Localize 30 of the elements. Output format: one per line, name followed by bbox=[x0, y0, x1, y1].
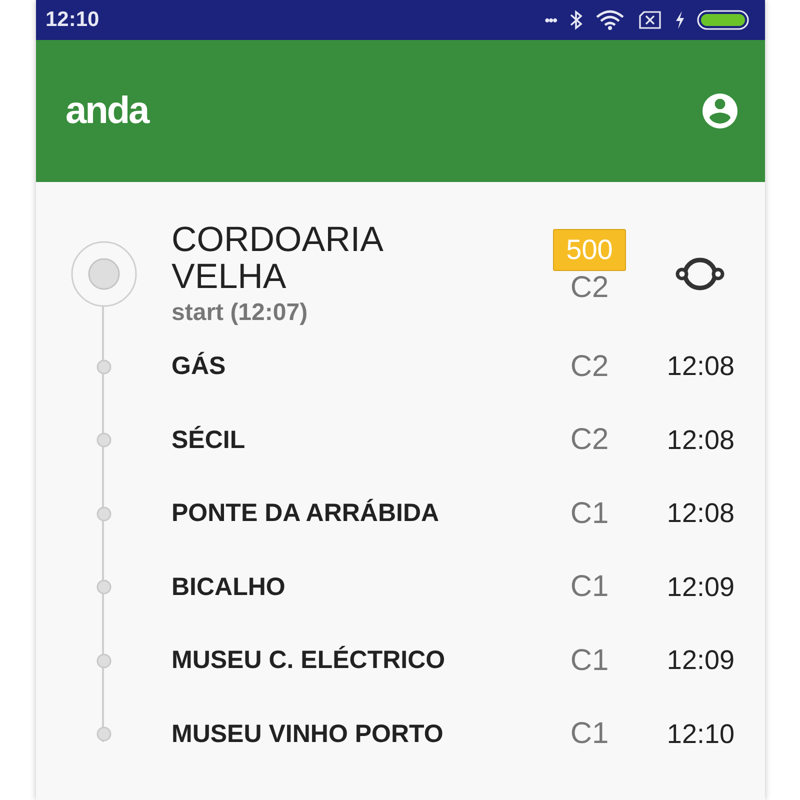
wifi-icon bbox=[594, 9, 624, 31]
zone-label: C2 bbox=[569, 350, 610, 384]
charging-icon bbox=[674, 10, 684, 30]
stop-name: MUSEU C. ELÉCTRICO bbox=[172, 646, 446, 676]
arrival-time: 12:08 bbox=[666, 351, 736, 382]
stop-name: SÉCIL bbox=[172, 426, 246, 455]
status-time: 12:10 bbox=[46, 8, 100, 32]
arrival-time: 12:08 bbox=[666, 498, 736, 530]
stop-name: GÁS bbox=[172, 352, 227, 382]
more-notifications-icon: ••• bbox=[544, 12, 556, 28]
zone-label: C2 bbox=[569, 423, 610, 458]
battery-icon bbox=[696, 9, 750, 31]
zone-label: C1 bbox=[569, 644, 610, 678]
zone-label: C1 bbox=[569, 496, 610, 531]
stop-name: PONTE DA ARRÁBIDA bbox=[172, 499, 440, 528]
stop-name: MUSEU VINHO PORTO bbox=[172, 720, 444, 749]
line-badge: 500 bbox=[553, 229, 626, 271]
arrival-time: 12:08 bbox=[666, 424, 736, 456]
zone-label: C2 bbox=[569, 271, 610, 305]
app-logo: anda bbox=[66, 90, 148, 132]
bluetooth-icon bbox=[568, 9, 582, 31]
arrival-time: 12:09 bbox=[666, 645, 736, 676]
arrival-time: 12:10 bbox=[666, 718, 736, 750]
arrival-time: 12:09 bbox=[666, 572, 736, 603]
no-sim-icon bbox=[636, 10, 662, 30]
origin-stop-name: CORDOARIA VELHA bbox=[172, 221, 384, 295]
zone-label: C1 bbox=[569, 717, 610, 752]
zone-label: C1 bbox=[569, 570, 610, 604]
start-time: start (12:07) bbox=[172, 299, 309, 327]
stop-name: BICALHO bbox=[172, 572, 286, 602]
